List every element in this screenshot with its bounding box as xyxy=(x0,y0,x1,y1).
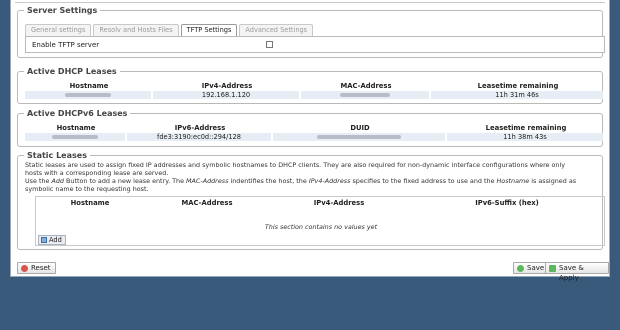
col-mac-address: MAC-Address xyxy=(340,82,392,90)
dhcpv6-leases-table: Hostname IPv6-Address DUID Leasetime rem… xyxy=(25,124,605,141)
reset-button[interactable]: Reset xyxy=(17,262,56,274)
lease-time: 11h 38m 43s xyxy=(447,133,605,141)
col-hostname: Hostname xyxy=(69,82,109,90)
table-row: 192.168.1.120 11h 31m 46s xyxy=(25,91,605,99)
lease-ipv6: fde3:3190:ec0d::294/128 xyxy=(127,133,273,141)
col-ipv6-address: IPv6-Address xyxy=(174,124,226,132)
save-button-label: Save xyxy=(527,264,545,272)
col-ipv4-address: IPv4-Address xyxy=(201,82,253,90)
table-row: fde3:3190:ec0d::294/128 11h 38m 43s xyxy=(25,133,605,141)
tab-resolv-hosts-files[interactable]: Resolv and Hosts Files xyxy=(93,24,179,36)
redacted-duid xyxy=(273,133,447,141)
description-emphasis: Hostname xyxy=(496,177,530,185)
reset-button-label: Reset xyxy=(31,264,51,272)
redacted-mac-address xyxy=(301,91,431,99)
save-button[interactable]: Save xyxy=(513,262,550,274)
tab-general-settings[interactable]: General settings xyxy=(25,24,92,36)
description-text: indentifies the host, the xyxy=(228,177,309,185)
reset-icon xyxy=(21,265,28,272)
main-panel: Server Settings General settings Resolv … xyxy=(10,0,610,282)
add-lease-button[interactable]: Add xyxy=(38,235,66,245)
lease-ipv4: 192.168.1.120 xyxy=(153,91,301,99)
static-leases-legend: Static Leases xyxy=(27,151,87,160)
col-hostname: Hostname xyxy=(70,199,110,207)
col-ipv6-suffix: IPv6-Suffix (hex) xyxy=(475,199,539,207)
description-text: specifies to the fixed address to use an… xyxy=(350,177,497,185)
description-emphasis: Add xyxy=(51,177,65,185)
dhcpv6-leases-header: Hostname IPv6-Address DUID Leasetime rem… xyxy=(25,124,605,133)
add-icon xyxy=(41,237,47,243)
description-line: Use the Add Button to add a new lease en… xyxy=(25,177,607,185)
static-leases-table: Hostname MAC-Address IPv4-Address IPv6-S… xyxy=(35,196,605,246)
save-apply-button-label: Save & Apply xyxy=(559,264,584,282)
description-emphasis: MAC-Address xyxy=(186,177,229,185)
server-settings-legend: Server Settings xyxy=(27,6,98,15)
description-emphasis: IPv4-Address xyxy=(308,177,351,185)
description-line: Static leases are used to assign fixed I… xyxy=(25,161,566,169)
save-icon xyxy=(517,265,524,272)
enable-tftp-label: Enable TFTP server xyxy=(32,41,100,49)
description-text: Use the xyxy=(25,177,52,185)
description-text: Button to add a new lease entry. The xyxy=(64,177,187,185)
dhcp-leases-table: Hostname IPv4-Address MAC-Address Leaset… xyxy=(25,82,605,99)
save-apply-button[interactable]: Save & Apply xyxy=(545,262,609,282)
col-duid: DUID xyxy=(350,124,370,132)
dhcp-leases-legend: Active DHCP Leases xyxy=(27,67,117,76)
description-line: symbolic name to the requesting host. xyxy=(25,185,149,193)
tab-advanced-settings[interactable]: Advanced Settings xyxy=(239,24,314,36)
lease-time: 11h 31m 46s xyxy=(431,91,605,99)
top-strip xyxy=(15,0,605,3)
col-leasetime: Leasetime remaining xyxy=(485,124,567,132)
static-leases-header: Hostname MAC-Address IPv4-Address IPv6-S… xyxy=(36,197,604,209)
redacted-hostname xyxy=(25,91,153,99)
empty-section-message: This section contains no values yet xyxy=(264,223,378,231)
description-text: is assigned as xyxy=(529,177,577,185)
dhcp-leases-header: Hostname IPv4-Address MAC-Address Leaset… xyxy=(25,82,605,91)
col-leasetime: Leasetime remaining xyxy=(477,82,559,90)
static-leases-description: Static leases are used to assign fixed I… xyxy=(25,161,607,193)
redacted-hostname xyxy=(25,133,127,141)
enable-tftp-checkbox[interactable] xyxy=(266,41,273,48)
col-mac-address: MAC-Address xyxy=(181,199,233,207)
save-apply-icon xyxy=(549,265,556,272)
add-button-label: Add xyxy=(49,236,62,244)
description-line: hosts with a corresponding lease are ser… xyxy=(25,169,169,177)
tftp-settings-box: Enable TFTP server xyxy=(25,36,605,53)
col-hostname: Hostname xyxy=(56,124,96,132)
col-ipv4-address: IPv4-Address xyxy=(313,199,365,207)
dhcpv6-leases-legend: Active DHCPv6 Leases xyxy=(27,109,128,118)
